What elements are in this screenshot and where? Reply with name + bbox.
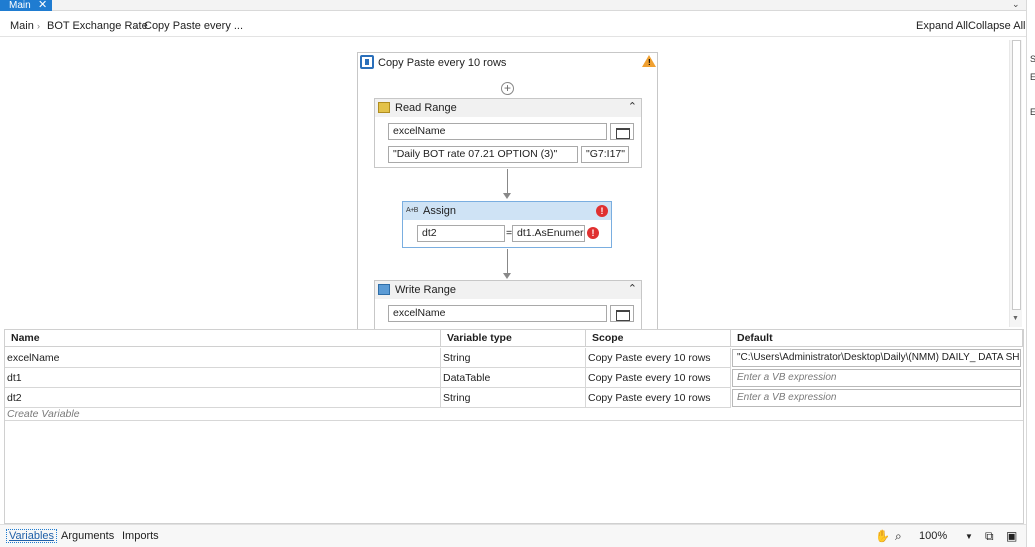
variable-scope-cell[interactable]: Copy Paste every 10 rows [586, 368, 731, 388]
edge-glyph: S [1030, 54, 1035, 64]
excel-sheet-icon [378, 102, 390, 113]
zoom-level[interactable]: 100% [919, 530, 947, 542]
variables-tab[interactable]: Variables [6, 529, 58, 543]
variable-default-input[interactable]: Enter a VB expression [732, 369, 1021, 387]
activity-header: Read Range ⌃ [375, 99, 641, 117]
variable-type-cell[interactable]: DataTable [441, 368, 586, 388]
collapse-chevron-icon[interactable]: ⌃ [628, 282, 637, 295]
variable-default-input[interactable]: Enter a VB expression [732, 389, 1021, 407]
imports-tab[interactable]: Imports [122, 530, 159, 542]
connector-line [507, 169, 508, 195]
connector-arrow [503, 193, 511, 199]
variable-scope-cell[interactable]: Copy Paste every 10 rows [586, 348, 731, 368]
warning-mark: ! [648, 58, 651, 67]
fit-to-screen-icon[interactable]: ⧉ [985, 529, 994, 544]
assign-value-field[interactable]: dt1.AsEnumeral [512, 225, 585, 242]
canvas-scrollbar[interactable]: ▼ [1009, 40, 1022, 327]
scrollbar-thumb[interactable] [1012, 40, 1021, 310]
breadcrumb-item-main[interactable]: Main [10, 20, 34, 32]
edge-glyph: E [1030, 107, 1035, 117]
close-icon[interactable]: ✕ [38, 0, 47, 11]
divider [5, 420, 1023, 421]
write-range-title: Write Range [395, 284, 456, 296]
breadcrumb-item-bot-exchange-rate[interactable]: BOT Exchange Rate [47, 20, 148, 32]
variable-name-cell[interactable]: excelName [5, 348, 441, 368]
chevron-down-icon[interactable]: ⌄ [1012, 0, 1022, 10]
write-range-icon [378, 284, 390, 295]
variable-scope-cell[interactable]: Copy Paste every 10 rows [586, 388, 731, 408]
connector-line [507, 249, 508, 275]
folder-icon[interactable] [610, 123, 634, 140]
variable-type-cell[interactable]: String [441, 348, 586, 368]
document-tab-strip: Main ✕ ⌄ [0, 0, 1035, 11]
right-side-panel-edge: S E E [1026, 0, 1035, 547]
add-activity-icon[interactable]: + [501, 82, 514, 95]
workbook-path-field[interactable]: excelName [388, 305, 607, 322]
read-range-title: Read Range [395, 102, 457, 114]
bottom-bar: Variables Arguments Imports ✋ ⌕ 100% ▼ ⧉… [0, 524, 1026, 547]
error-icon[interactable]: ! [587, 227, 599, 239]
range-field[interactable]: "G7:I17" [581, 146, 629, 163]
column-header-default[interactable]: Default [731, 330, 1023, 347]
zoom-dropdown-icon[interactable]: ▼ [965, 532, 973, 541]
create-variable-link[interactable]: Create Variable [7, 408, 80, 420]
assign-title: Assign [423, 205, 457, 217]
breadcrumb-item-copy-paste[interactable]: Copy Paste every ... [144, 20, 243, 32]
activity-header: Write Range ⌃ [375, 281, 641, 299]
expand-all-button[interactable]: Expand All [916, 20, 968, 32]
arguments-tab[interactable]: Arguments [61, 530, 114, 542]
zoom-search-icon[interactable]: ⌕ [895, 529, 902, 544]
sheet-name-field[interactable]: "Daily BOT rate 07.21 OPTION (3)" [388, 146, 578, 163]
collapse-chevron-icon[interactable]: ⌃ [628, 100, 637, 113]
collapse-all-button[interactable]: Collapse All [968, 20, 1025, 32]
hand-pan-icon[interactable]: ✋ [875, 529, 890, 543]
chevron-right-icon: › [134, 21, 137, 31]
variable-name-cell[interactable]: dt2 [5, 388, 441, 408]
read-range-activity[interactable]: Read Range ⌃ excelName "Daily BOT rate 0… [374, 98, 642, 168]
activity-header: A+B Assign ! [403, 202, 611, 220]
error-icon[interactable]: ! [596, 205, 608, 217]
variable-default-input[interactable]: "C:\Users\Administrator\Desktop\Daily\(N… [732, 349, 1021, 367]
sequence-title: Copy Paste every 10 rows [378, 57, 507, 69]
tab-main-label: Main [9, 0, 31, 11]
overview-icon[interactable]: ▣ [1006, 529, 1017, 543]
breadcrumb: Main › BOT Exchange Rate › Copy Paste ev… [0, 12, 1026, 37]
variable-name-cell[interactable]: dt1 [5, 368, 441, 388]
column-header-scope[interactable]: Scope [586, 330, 731, 347]
sequence-activity[interactable]: Copy Paste every 10 rows ! + Read Range … [357, 52, 658, 340]
scroll-down-icon[interactable]: ▼ [1012, 315, 1019, 322]
variable-type-cell[interactable]: String [441, 388, 586, 408]
chevron-right-icon: › [37, 21, 40, 31]
workbook-path-field[interactable]: excelName [388, 123, 607, 140]
assign-icon: A+B [406, 207, 418, 214]
connector-arrow [503, 273, 511, 279]
assign-to-field[interactable]: dt2 [417, 225, 505, 242]
assign-activity[interactable]: A+B Assign ! dt2 = dt1.AsEnumeral ! [402, 201, 612, 248]
column-header-name[interactable]: Name [5, 330, 441, 347]
column-header-variable-type[interactable]: Variable type [441, 330, 586, 347]
tab-main[interactable]: Main ✕ [0, 0, 52, 11]
sequence-icon [360, 55, 374, 69]
variables-panel: Name Variable type Scope Default excelNa… [4, 329, 1024, 524]
edge-glyph: E [1030, 72, 1035, 82]
folder-icon[interactable] [610, 305, 634, 322]
